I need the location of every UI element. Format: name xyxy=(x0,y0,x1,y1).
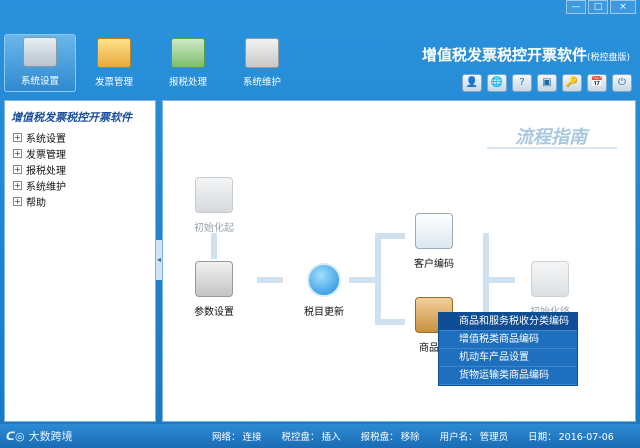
main-toolbar: 系统设置 发票管理 报税处理 系统维护 xyxy=(4,34,300,92)
app-title: 增值税发票税控开票软件(税控盘版) xyxy=(422,44,630,65)
arrow-right xyxy=(257,277,283,283)
status-label: 网络： xyxy=(212,432,241,443)
flow-node-params[interactable]: 参数设置 xyxy=(179,261,249,318)
menu-item-tax-classification-code[interactable]: 商品和服务税收分类编码 xyxy=(439,313,577,331)
guide-divider xyxy=(487,147,617,149)
node-label: 参数设置 xyxy=(194,307,234,318)
status-bar: ᑕ◎ 大数跨境 网络： 连接 税控盘： 插入 报税盘： 移除 用户名： 管理员 日期： 2… xyxy=(0,424,640,448)
sidebar-item-tax-report[interactable]: + 报税处理 xyxy=(5,161,155,177)
contact-card-icon xyxy=(415,213,453,249)
expand-icon[interactable]: + xyxy=(13,164,22,174)
tax-report-icon xyxy=(171,38,205,68)
help-icon[interactable]: ? xyxy=(512,74,532,92)
menu-item-vat-goods-code[interactable]: 增值税类商品编码 xyxy=(439,331,577,349)
expand-icon[interactable]: + xyxy=(13,196,22,206)
arrow-down xyxy=(211,233,217,259)
network-icon[interactable]: 🌐 xyxy=(487,74,507,92)
status-value: 管理员 xyxy=(479,432,509,443)
tree-label: 发票管理 xyxy=(26,149,66,161)
expand-icon[interactable]: + xyxy=(13,180,22,190)
toolbar-label: 系统维护 xyxy=(242,77,281,88)
status-report-disk: 报税盘： 移除 xyxy=(359,429,420,443)
guide-title: 流程指南 xyxy=(515,127,587,148)
status-network: 网络： 连接 xyxy=(210,429,262,443)
quick-icon-bar: 👤 🌐 ? ▣ 🔑 📅 ⏻ xyxy=(457,74,632,92)
exit-icon[interactable]: ⏻ xyxy=(612,74,632,92)
close-button[interactable]: × xyxy=(610,0,636,14)
sidebar-item-invoice-management[interactable]: + 发票管理 xyxy=(5,145,155,161)
sliders-icon xyxy=(195,261,233,297)
maximize-button[interactable]: □ xyxy=(588,0,608,14)
node-label: 初始化起 xyxy=(194,223,234,234)
status-label: 日期： xyxy=(528,432,557,443)
arrow-branch xyxy=(375,233,381,325)
status-value: 插入 xyxy=(321,432,341,443)
status-label: 税控盘： xyxy=(281,432,320,443)
toolbar-label: 系统设置 xyxy=(20,76,59,87)
brand-watermark: ᑕ◎ 大数跨境 xyxy=(0,428,210,444)
status-date: 日期： 2016-07-06 xyxy=(526,429,614,443)
flow-node-init-start[interactable]: 初始化起 xyxy=(179,177,249,234)
brand-logo-icon: ᑕ◎ xyxy=(6,429,25,443)
toolbar-system-maintenance[interactable]: 系统维护 xyxy=(226,34,298,92)
node-label: 税目更新 xyxy=(304,307,344,318)
sidebar-item-system-settings[interactable]: + 系统设置 xyxy=(5,129,155,145)
sidebar-item-help[interactable]: + 帮助 xyxy=(5,193,155,209)
tree-label: 报税处理 xyxy=(26,165,66,177)
tree-label: 系统维护 xyxy=(26,181,66,193)
status-label: 报税盘： xyxy=(360,432,399,443)
status-value: 2016-07-06 xyxy=(558,432,614,443)
brand-text: 大数跨境 xyxy=(28,430,73,443)
sidebar-item-system-maintenance[interactable]: + 系统维护 xyxy=(5,177,155,193)
menu-item-freight-goods-code[interactable]: 货物运输类商品编码 xyxy=(439,367,577,385)
arrow-right xyxy=(489,277,515,283)
flow-node-init-end[interactable]: 初始化终 xyxy=(515,261,585,318)
app-edition: (税控盘版) xyxy=(586,53,630,63)
status-user: 用户名： 管理员 xyxy=(438,429,509,443)
toolbar-label: 报税处理 xyxy=(168,77,207,88)
app-window: — □ × 系统设置 发票管理 报税处理 系统维护 增值税发票税控开票软件(税控… xyxy=(0,0,640,448)
flow-node-customer-code[interactable]: 客户编码 xyxy=(399,213,469,270)
tree-label: 帮助 xyxy=(26,197,46,209)
calendar-icon[interactable]: 📅 xyxy=(587,74,607,92)
menu-item-vehicle-product-settings[interactable]: 机动车产品设置 xyxy=(439,349,577,367)
toolbar-system-settings[interactable]: 系统设置 xyxy=(4,34,76,92)
node-label: 客户编码 xyxy=(414,259,454,270)
status-label: 用户名： xyxy=(439,432,478,443)
invoice-folder-icon xyxy=(97,38,131,68)
status-value: 连接 xyxy=(242,432,262,443)
toolbar-invoice-management[interactable]: 发票管理 xyxy=(78,34,150,92)
settings-panel-icon xyxy=(23,37,57,67)
app-title-text: 增值税发票税控开票软件 xyxy=(421,46,587,64)
minimize-button[interactable]: — xyxy=(566,0,586,14)
tree-label: 系统设置 xyxy=(26,133,66,145)
status-value: 移除 xyxy=(400,432,420,443)
window-icon[interactable]: ▣ xyxy=(537,74,557,92)
maintenance-tools-icon xyxy=(245,38,279,68)
init-end-icon xyxy=(531,261,569,297)
flow-node-tax-update[interactable]: 税目更新 xyxy=(289,263,359,318)
sidebar: 增值税发票税控开票软件 + 系统设置 + 发票管理 + 报税处理 + 系统维护 … xyxy=(4,100,156,422)
goods-code-popup-menu: 商品和服务税收分类编码 增值税类商品编码 机动车产品设置 货物运输类商品编码 xyxy=(438,312,578,386)
user-icon[interactable]: 👤 xyxy=(462,74,482,92)
window-controls: — □ × xyxy=(564,0,636,14)
toolbar-label: 发票管理 xyxy=(94,77,133,88)
toolbar-tax-report[interactable]: 报税处理 xyxy=(152,34,224,92)
sidebar-title: 增值税发票税控开票软件 xyxy=(11,111,132,124)
expand-icon[interactable]: + xyxy=(13,148,22,158)
key-icon[interactable]: 🔑 xyxy=(562,74,582,92)
expand-icon[interactable]: + xyxy=(13,132,22,142)
init-start-icon xyxy=(195,177,233,213)
status-tax-disk: 税控盘： 插入 xyxy=(280,429,341,443)
refresh-icon xyxy=(307,263,341,297)
